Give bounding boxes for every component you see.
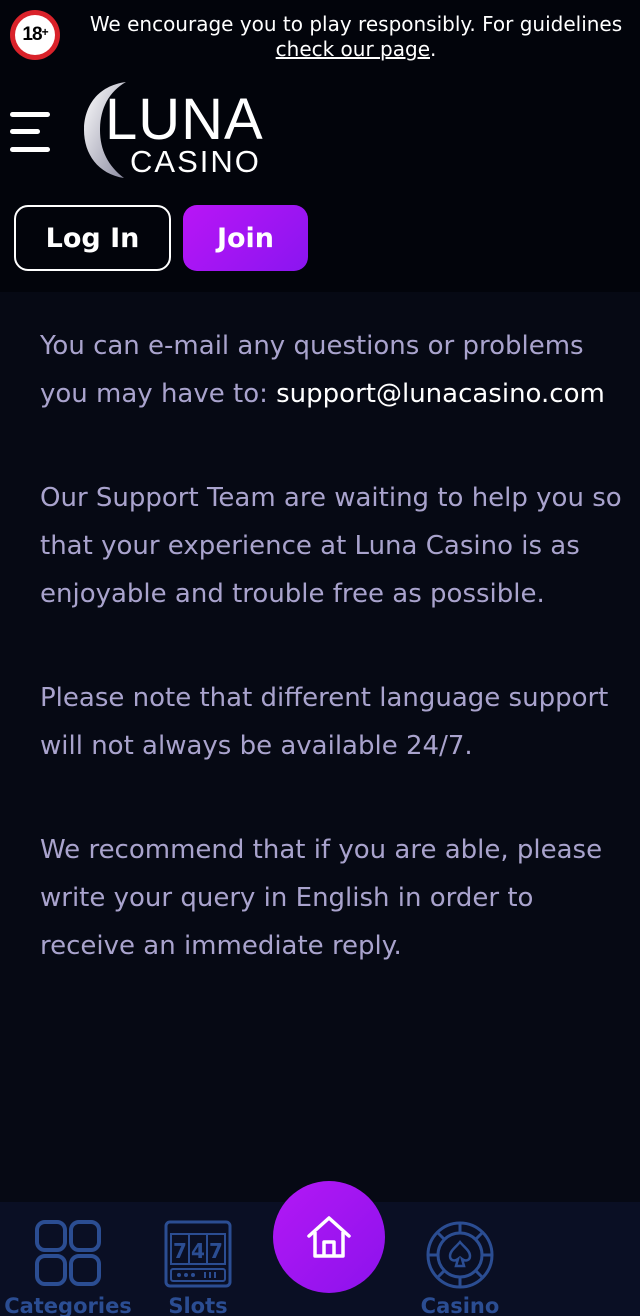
age-badge-number: 18 bbox=[22, 24, 42, 45]
login-button[interactable]: Log In bbox=[14, 205, 171, 271]
luna-casino-logo[interactable]: LUNA CASINO bbox=[78, 78, 288, 182]
nav-categories-label: Categories bbox=[4, 1294, 132, 1316]
grid-icon bbox=[35, 1220, 101, 1286]
join-button[interactable]: Join bbox=[183, 205, 308, 271]
responsible-gaming-text: We encourage you to play responsibly. Fo… bbox=[72, 12, 640, 62]
nav-slots-label: Slots bbox=[168, 1294, 228, 1316]
nav-home-button[interactable] bbox=[273, 1181, 385, 1293]
age-badge-plus: + bbox=[41, 25, 49, 39]
logo-main-text: LUNA bbox=[105, 87, 264, 152]
support-paragraph-language: Please note that different language supp… bbox=[40, 683, 609, 761]
nav-categories[interactable]: Categories bbox=[4, 1202, 132, 1316]
logo-sub-text: CASINO bbox=[130, 144, 261, 179]
nav-slots[interactable]: 7 4 7 Slots bbox=[150, 1202, 246, 1316]
support-content: You can e-mail any questions or problems… bbox=[40, 322, 630, 1026]
responsible-gaming-message: We encourage you to play responsibly. Fo… bbox=[89, 12, 623, 36]
age-18-icon: 18 + bbox=[10, 10, 60, 60]
responsible-gaming-banner: 18 + We encourage you to play responsibly… bbox=[0, 0, 640, 66]
nav-casino[interactable]: Casino bbox=[404, 1202, 516, 1316]
svg-text:7: 7 bbox=[173, 1239, 187, 1263]
support-paragraph-team: Our Support Team are waiting to help you… bbox=[40, 483, 622, 609]
support-email-link[interactable]: support@lunacasino.com bbox=[276, 379, 605, 409]
guidelines-link[interactable]: check our page bbox=[276, 37, 430, 61]
svg-text:4: 4 bbox=[191, 1239, 205, 1263]
support-paragraph-recommend: We recommend that if you are able, pleas… bbox=[40, 835, 603, 961]
header: 18 + We encourage you to play responsibly… bbox=[0, 0, 640, 292]
casino-chip-icon bbox=[426, 1221, 494, 1289]
svg-text:7: 7 bbox=[209, 1239, 223, 1263]
home-icon bbox=[307, 1216, 351, 1258]
slot-machine-icon: 7 4 7 bbox=[164, 1220, 232, 1288]
hamburger-menu-icon[interactable] bbox=[10, 110, 52, 154]
support-paragraph-email: You can e-mail any questions or problems… bbox=[40, 322, 630, 418]
guidelines-link-suffix: . bbox=[430, 37, 437, 61]
nav-casino-label: Casino bbox=[420, 1294, 500, 1316]
